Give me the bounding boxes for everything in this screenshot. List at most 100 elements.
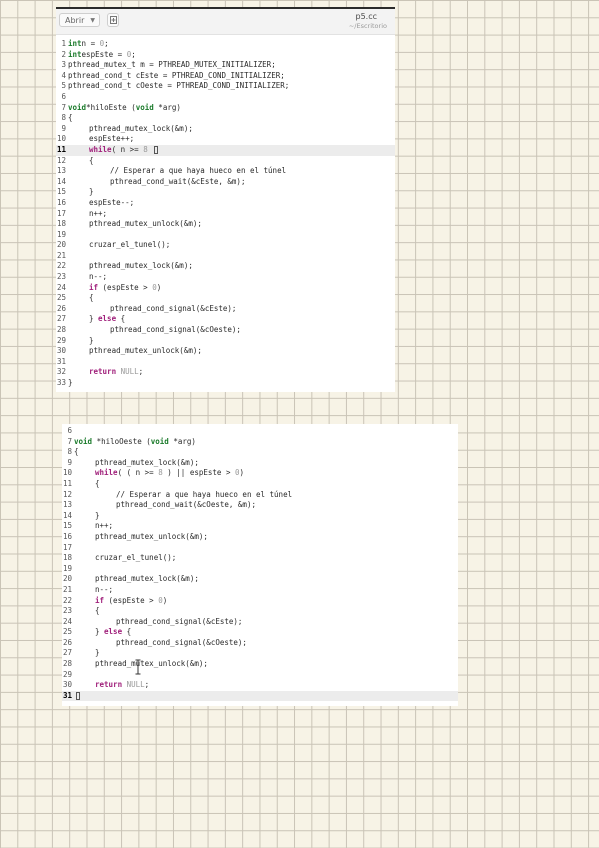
code-line[interactable]: 8{: [62, 447, 458, 458]
code-line[interactable]: 23 {: [62, 606, 458, 617]
code-line[interactable]: 22 pthread_mutex_lock(&m);: [56, 261, 395, 272]
code-line[interactable]: 25 {: [56, 293, 395, 304]
new-document-button[interactable]: [107, 13, 119, 27]
code-line[interactable]: 31: [62, 690, 458, 702]
code-text: n++;: [68, 209, 107, 218]
code-line[interactable]: 28 pthread_cond_signal(&cOeste);: [56, 325, 395, 336]
code-token: }: [89, 187, 94, 197]
file-path: ~/Escritorio: [348, 22, 387, 30]
code-line[interactable]: 26 pthread_cond_signal(&cOeste);: [62, 638, 458, 649]
code-line[interactable]: 24 pthread_cond_signal(&cEste);: [62, 617, 458, 628]
code-area[interactable]: 6 7 void *hiloOeste (void *arg) 8{9 pthread_…: [62, 426, 458, 702]
code-line[interactable]: 21: [56, 251, 395, 262]
code-line[interactable]: 30 pthread_mutex_unlock(&m);: [56, 346, 395, 357]
line-number: 9: [67, 457, 72, 467]
code-line[interactable]: 11 {: [62, 479, 458, 490]
code-line[interactable]: 2 intespEste = 0;: [56, 50, 395, 61]
code-line[interactable]: 7 void*hiloEste (void *arg): [56, 103, 395, 114]
code-line[interactable]: 9 pthread_mutex_lock(&m);: [62, 458, 458, 469]
code-text: pthread_mutex_unlock(&m);: [68, 346, 202, 355]
code-line[interactable]: 14 pthread_cond_wait(&cEste, &m);: [56, 177, 395, 188]
code-line[interactable]: 24 if (espEste > 0): [56, 283, 395, 294]
code-token: }: [89, 314, 99, 324]
code-line[interactable]: 17 n++;: [56, 209, 395, 220]
code-area[interactable]: 1 intn = 0; 2 intespEste = 0; 3 pthread_mutex…: [56, 39, 395, 389]
line-number: 15: [62, 521, 72, 531]
code-token: {: [74, 447, 79, 457]
code-line[interactable]: 9 pthread_mutex_lock(&m);: [56, 124, 395, 135]
line-number: 8: [61, 113, 66, 123]
line-number: 32: [56, 367, 66, 377]
code-line[interactable]: 28 pthread_mutex_unlock(&m);: [62, 659, 458, 670]
code-line[interactable]: 19: [56, 230, 395, 241]
code-line[interactable]: 18 cruzar_el_tunel();: [62, 553, 458, 564]
code-line[interactable]: 3 pthread_mutex_t m = PTHREAD_MUTEX_INITI…: [56, 60, 395, 71]
code-token: ): [239, 468, 245, 478]
code-line[interactable]: 12 {: [56, 156, 395, 167]
code-line[interactable]: 31: [56, 357, 395, 368]
code-line[interactable]: 5 pthread_cond_t cOeste = PTHREAD_COND_IN…: [56, 81, 395, 92]
code-line[interactable]: 4 pthread_cond_t cEste = PTHREAD_COND_INI…: [56, 71, 395, 82]
code-token: espEste =: [81, 49, 127, 59]
code-line[interactable]: 17: [62, 543, 458, 554]
code-line[interactable]: 8{: [56, 113, 395, 124]
code-line[interactable]: 26 pthread_cond_signal(&cEste);: [56, 304, 395, 315]
code-line[interactable]: 10 espEste++;: [56, 134, 395, 145]
code-line[interactable]: 7 void *hiloOeste (void *arg): [62, 437, 458, 448]
line-number: 12: [56, 155, 66, 165]
text-cursor-icon: [135, 659, 141, 675]
line-number: 20: [62, 574, 72, 584]
open-button[interactable]: Abrir ▼: [59, 13, 100, 27]
code-line[interactable]: 19: [62, 564, 458, 575]
line-number: 21: [56, 250, 66, 260]
code-line[interactable]: 21 n--;: [62, 585, 458, 596]
code-line[interactable]: 12 // Esperar a que haya hueco en el túne…: [62, 490, 458, 501]
code-token: n--;: [95, 584, 114, 594]
code-token: cruzar_el_tunel();: [89, 240, 171, 250]
line-number: 18: [56, 219, 66, 229]
code-text: {: [74, 479, 100, 488]
code-text: [74, 691, 80, 700]
code-line[interactable]: 29}: [56, 336, 395, 347]
line-number: 13: [62, 500, 72, 510]
code-line[interactable]: 32 return NULL;: [56, 367, 395, 378]
code-line[interactable]: 13 pthread_cond_wait(&cOeste, &m);: [62, 500, 458, 511]
code-line[interactable]: 33}: [56, 378, 395, 389]
code-token: (espEste >: [104, 595, 159, 605]
line-number: 30: [56, 346, 66, 356]
code-line[interactable]: 18 pthread_mutex_unlock(&m);: [56, 219, 395, 230]
code-text: pthread_mutex_lock(&m);: [68, 261, 193, 270]
code-line[interactable]: 6: [62, 426, 458, 437]
code-line[interactable]: 27} else {: [56, 314, 395, 325]
code-line[interactable]: 1 intn = 0;: [56, 39, 395, 50]
code-line[interactable]: 30 return NULL;: [62, 680, 458, 691]
code-token: ( ( n >=: [117, 468, 159, 478]
code-text: if (espEste > 0): [74, 596, 167, 605]
code-line[interactable]: 14}: [62, 511, 458, 522]
code-line[interactable]: 10 while( ( n >= 8 ) || espEste > 0): [62, 468, 458, 479]
code-text: // Esperar a que haya hueco en el túnel: [68, 166, 286, 175]
line-number: 30: [62, 680, 72, 690]
code-line[interactable]: 22 if (espEste > 0): [62, 596, 458, 607]
code-line[interactable]: 15 n++;: [62, 521, 458, 532]
code-line[interactable]: 20 pthread_mutex_lock(&m);: [62, 574, 458, 585]
code-line[interactable]: 20 cruzar_el_tunel();: [56, 240, 395, 251]
code-token: *hiloOeste (: [92, 436, 151, 446]
code-line[interactable]: 29: [62, 670, 458, 681]
code-token: {: [68, 113, 73, 123]
code-token: {: [95, 478, 100, 488]
code-token: pthread_cond_signal(&cOeste);: [110, 325, 241, 335]
code-line[interactable]: 16 espEste--;: [56, 198, 395, 209]
code-text: while( ( n >= 8 ) || espEste > 0): [74, 468, 244, 477]
code-text: cruzar_el_tunel();: [68, 240, 170, 249]
code-line[interactable]: 25} else {: [62, 627, 458, 638]
code-line[interactable]: 16 pthread_mutex_unlock(&m);: [62, 532, 458, 543]
code-line[interactable]: 11 while( n >= 8: [56, 144, 395, 156]
code-line[interactable]: 15}: [56, 187, 395, 198]
code-line[interactable]: 6: [56, 92, 395, 103]
code-line[interactable]: 13 // Esperar a que haya hueco en el túne…: [56, 166, 395, 177]
code-line[interactable]: 27}: [62, 648, 458, 659]
code-line[interactable]: 23 n--;: [56, 272, 395, 283]
line-number: 16: [56, 197, 66, 207]
code-text: }: [74, 511, 100, 520]
